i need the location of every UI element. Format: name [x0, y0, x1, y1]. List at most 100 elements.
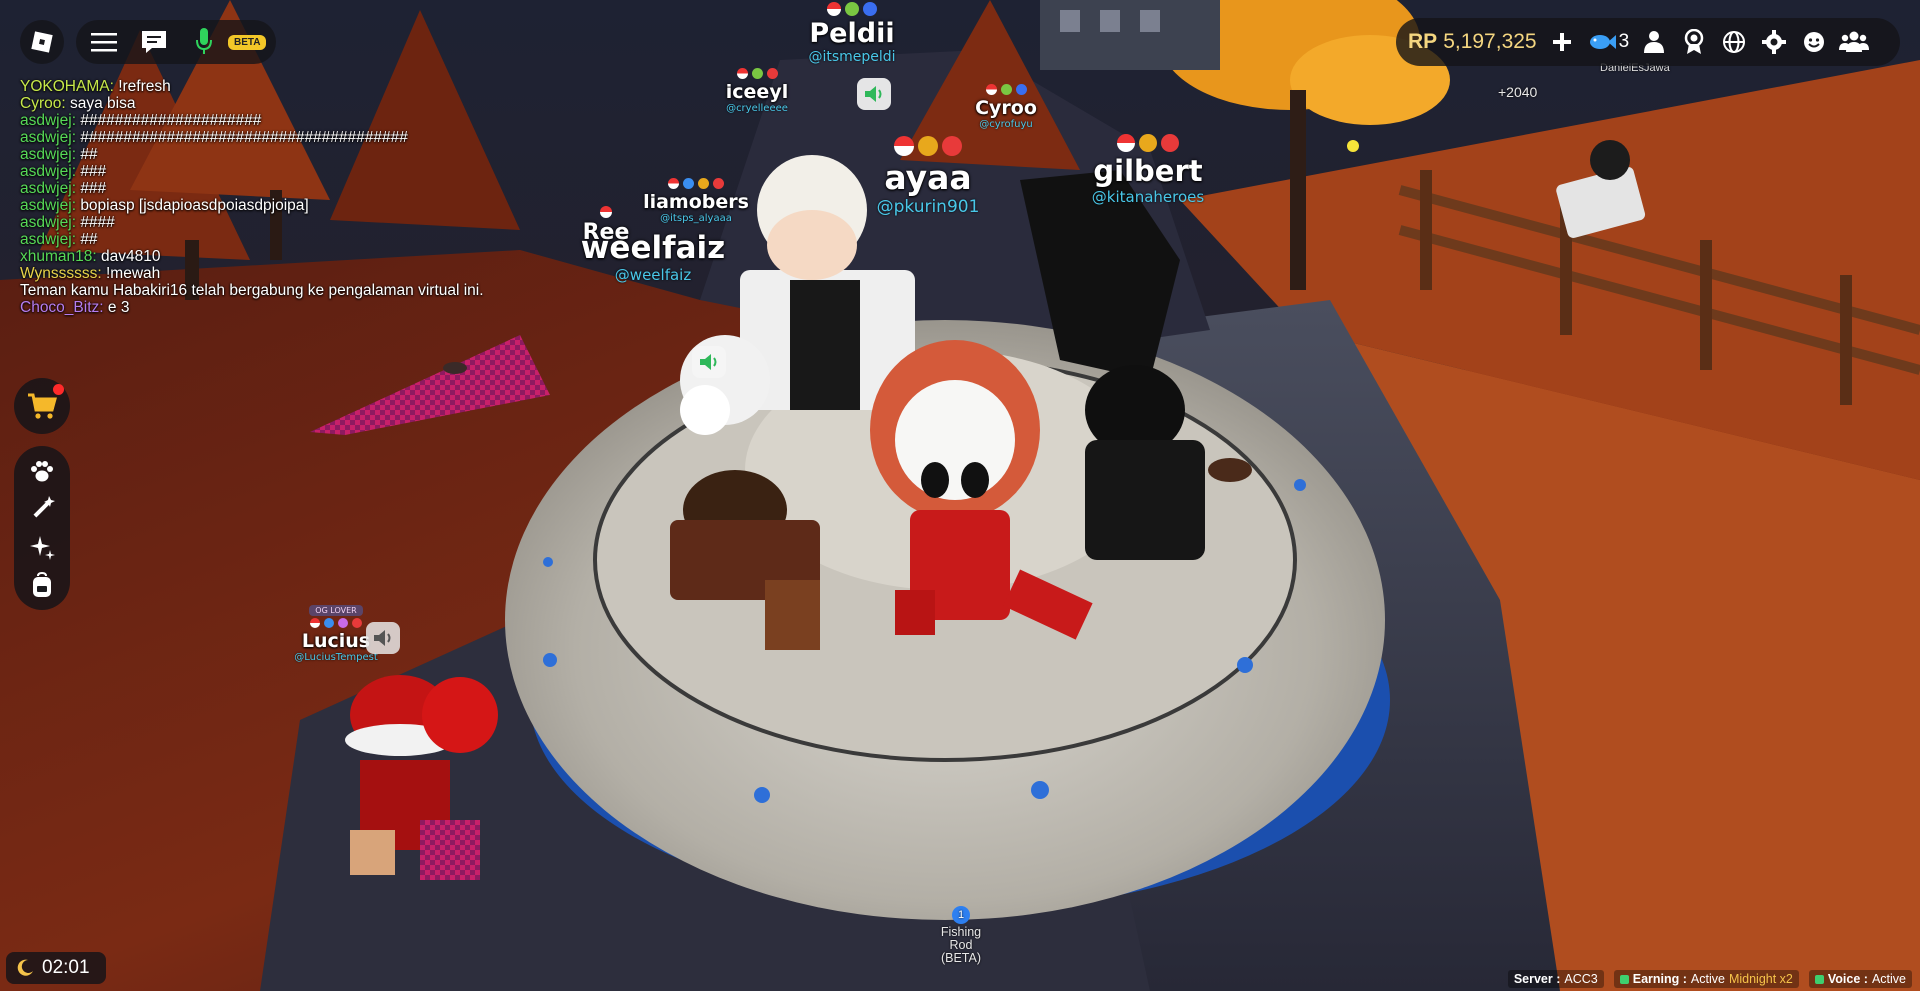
friends-button[interactable]	[1839, 27, 1870, 57]
language-button[interactable]	[1719, 27, 1749, 57]
chat-message: asdwjej: ###	[20, 163, 580, 180]
player-handle: @kitanaheroes	[1091, 188, 1205, 206]
chat-username[interactable]: asdwjej:	[20, 231, 76, 248]
achievements-button[interactable]	[1679, 27, 1709, 57]
top-right-toolbar: RP 5,197,325 3	[1396, 18, 1900, 66]
server-status: Server : ACC3	[1507, 970, 1604, 988]
earning-label: Earning :	[1632, 972, 1687, 986]
leaf-icon	[1000, 84, 1012, 95]
fish-count: 3	[1618, 31, 1630, 52]
chat-message: xhuman18: dav4810	[20, 248, 580, 265]
badge-row	[1090, 134, 1206, 152]
heart-icon	[352, 618, 362, 628]
shopping-cart-icon	[28, 393, 57, 419]
chat-username[interactable]: asdwjej:	[20, 197, 76, 214]
flag-icon	[310, 618, 320, 628]
chat-text: ###	[80, 163, 107, 180]
status-bar: Server : ACC3 Earning : Active Midnight …	[1494, 968, 1920, 990]
nametag-iceeyl: iceeyl @cryelleeee	[716, 68, 798, 114]
plus-icon	[1552, 33, 1571, 51]
chat-text: e 3	[107, 299, 130, 316]
globe-icon	[1723, 31, 1746, 53]
hotbar-slot-fishing-rod[interactable]: 1 Fishing Rod (BETA)	[928, 906, 994, 965]
shield-icon	[324, 618, 334, 628]
player-name: gilbert	[1093, 154, 1203, 188]
rp-bonus-text: +2040	[1498, 84, 1538, 100]
chat-username[interactable]: Cyroo:	[20, 95, 66, 112]
medal-icon	[1684, 29, 1704, 54]
chat-username[interactable]: xhuman18:	[20, 248, 97, 265]
hotbar-item-label-1: Fishing	[940, 925, 982, 939]
player-name: liamobers	[643, 191, 749, 213]
chat-text: !mewah	[105, 265, 161, 282]
chat-username[interactable]: asdwjej:	[20, 214, 76, 231]
game-clock: 02:01	[6, 952, 106, 984]
player-handle: @itsps_alyaaa	[660, 213, 732, 224]
flame-icon	[698, 178, 709, 189]
player-handle: @pkurin901	[876, 197, 980, 217]
fish-button[interactable]	[1587, 27, 1617, 57]
chat-username[interactable]: asdwjej:	[20, 129, 76, 146]
earning-value: Active	[1690, 972, 1725, 986]
flag-icon	[600, 206, 612, 218]
chat-text: !refresh	[118, 78, 171, 95]
chat-message: Cyroo: saya bisa	[20, 95, 580, 112]
moon-icon	[17, 959, 33, 976]
chat-username[interactable]: Choco_Bitz:	[20, 299, 104, 316]
nametag-cyroo: Cyroo @cyrofuyu	[968, 84, 1044, 130]
player-name: Cyroo	[975, 97, 1037, 119]
heart-icon	[766, 68, 778, 79]
clock-time: 02:01	[42, 957, 90, 978]
speaker-icon	[700, 354, 717, 370]
badge-row	[968, 84, 1044, 95]
flame-icon	[918, 136, 938, 156]
chat-toggle-button[interactable]	[136, 24, 172, 60]
shield-icon	[683, 178, 694, 189]
flag-icon	[894, 136, 914, 156]
chat-text: saya bisa	[69, 95, 136, 112]
shop-button[interactable]	[14, 378, 70, 434]
chat-username[interactable]: asdwjej:	[20, 163, 76, 180]
settings-button[interactable]	[1759, 27, 1789, 57]
paw-icon	[31, 461, 53, 482]
player-title: OG LOVER	[309, 605, 363, 616]
chat-username[interactable]: YOKOHAMA:	[20, 78, 114, 95]
chat-bubble-icon	[142, 31, 166, 53]
chat-username[interactable]: asdwjej:	[20, 112, 76, 129]
chat-username[interactable]: asdwjej:	[20, 146, 76, 163]
server-value: ACC3	[1564, 972, 1598, 986]
heart-icon	[942, 136, 962, 156]
wand-button[interactable]	[24, 493, 60, 525]
player-handle: @cryelleeee	[726, 103, 788, 114]
backpack-button[interactable]	[24, 569, 60, 601]
profile-button[interactable]	[1639, 27, 1669, 57]
wand-icon	[33, 496, 55, 518]
effects-button[interactable]	[24, 531, 60, 563]
backpack-icon	[33, 572, 51, 597]
player-handle: @itsmepeldi	[808, 49, 896, 65]
buy-rp-button[interactable]	[1547, 27, 1577, 57]
chat-username[interactable]: asdwjej:	[20, 180, 76, 197]
flag-icon	[827, 2, 841, 16]
chat-message: YOKOHAMA: !refresh	[20, 78, 580, 95]
person-icon	[1644, 31, 1665, 53]
chat-username[interactable]: Wynssssss:	[20, 265, 102, 282]
flag-icon	[668, 178, 679, 189]
player-name: Peldii	[809, 18, 895, 49]
player-name: weelfaiz	[580, 230, 726, 266]
pets-button[interactable]	[24, 455, 60, 487]
emotes-button[interactable]	[1799, 27, 1829, 57]
hamburger-menu-button[interactable]	[86, 24, 122, 60]
voice-mic-button[interactable]	[186, 24, 222, 60]
chat-window: YOKOHAMA: !refresh Cyroo: saya bisa asdwje…	[20, 78, 580, 316]
status-indicator	[1619, 974, 1629, 984]
player-name: iceeyl	[725, 81, 789, 103]
leaf-icon	[751, 68, 763, 79]
menu-chat-voice-group: BETA	[76, 20, 277, 64]
roblox-menu-button[interactable]	[20, 20, 64, 64]
chat-text: ######################################	[80, 129, 408, 146]
voice-speaker-bubble	[857, 78, 891, 110]
slot-number-badge: 1	[952, 906, 970, 924]
speaker-muted-icon	[374, 630, 391, 646]
gear-icon	[1762, 30, 1787, 54]
